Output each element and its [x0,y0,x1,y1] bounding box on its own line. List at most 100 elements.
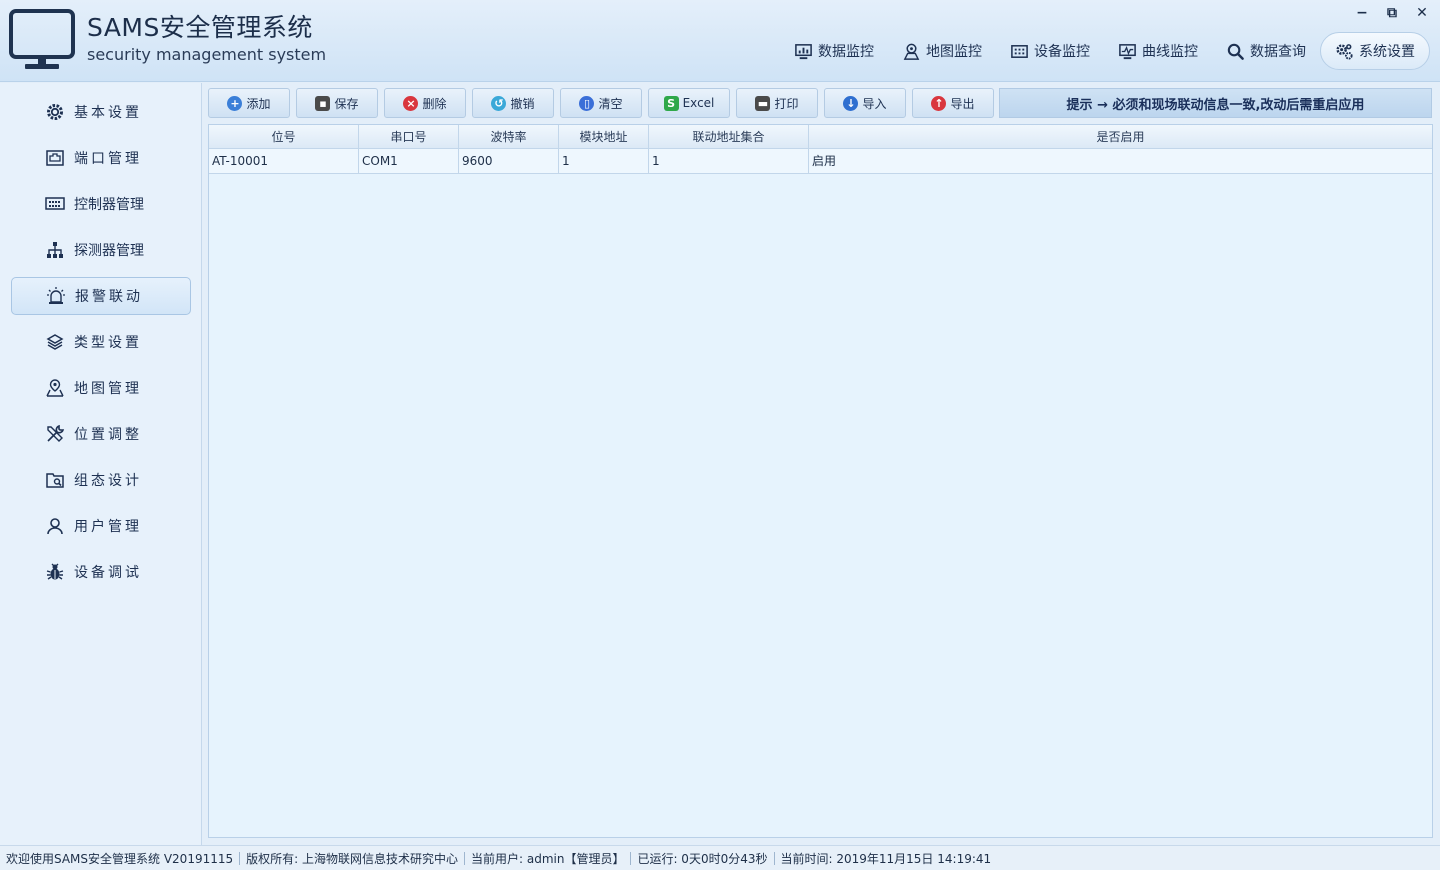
design-folder-icon [46,473,64,488]
nav-device-monitor-label: 设备监控 [1034,44,1090,60]
tools-icon [47,424,65,442]
table-row[interactable]: AT-10001 COM1 9600 1 1 启用 [209,149,1432,174]
sidebar-item-detector-management[interactable]: 探测器管理 [11,231,191,269]
column-header[interactable]: 联动地址集合 [649,125,809,149]
layers-icon [46,334,64,350]
restore-button[interactable]: ⧉ [1382,4,1402,22]
search-icon [1227,43,1244,60]
sidebar-item-label: 用户管理 [74,519,142,535]
chart-monitor-icon [795,43,812,59]
column-header[interactable]: 串口号 [359,125,459,149]
save-button[interactable]: ▪ 保存 [296,88,378,118]
uptime-text: 已运行: 0天0时0分43秒 [637,851,768,866]
clear-button[interactable]: ▯ 清空 [560,88,642,118]
table-cell[interactable]: 1 [559,149,649,173]
welcome-text: 欢迎使用SAMS安全管理系统 V20191115 [6,851,234,866]
sidebar-item-label: 基本设置 [74,105,142,121]
gears-icon [1336,43,1353,60]
sidebar-item-map-management[interactable]: 地图管理 [11,369,191,407]
sidebar-item-alarm-linkage[interactable]: 报警联动 [11,277,191,315]
nav-map-monitor[interactable]: 地图监控 [888,32,996,70]
sidebar-item-config-design[interactable]: 组态设计 [11,461,191,499]
column-header[interactable]: 是否启用 [809,125,1432,149]
sidebar: 基本设置 端口管理 控制器管理 探测器管理 报警联动 类型设置 地图管理 位置调… [0,83,202,845]
table-header: 位号 串口号 波特率 模块地址 联动地址集合 是否启用 [209,125,1432,149]
printer-icon: ▬ [755,95,771,111]
print-button[interactable]: ▬ 打印 [736,88,818,118]
minimize-button[interactable]: − [1352,4,1372,22]
divider [239,851,241,865]
undo-icon: ↺ [491,95,507,111]
sidebar-item-label: 位置调整 [74,427,142,443]
table-cell[interactable]: AT-10001 [209,149,359,173]
trash-icon: ▯ [579,95,595,111]
sidebar-item-label: 报警联动 [75,289,143,305]
top-navigation: 数据监控 地图监控 设备监控 曲线监控 数据查询 系统设置 [780,32,1430,70]
current-time-text: 当前时间: 2019年11月15日 14:19:41 [780,851,992,866]
port-icon [46,150,64,166]
main-content: + 添加 ▪ 保存 × 删除 ↺ 撤销 ▯ 清空 S Excel ▬ 打印 ↓ [203,83,1440,845]
add-icon: + [227,95,243,111]
sidebar-item-basic-settings[interactable]: 基本设置 [11,93,191,131]
sidebar-item-user-management[interactable]: 用户管理 [11,507,191,545]
monitor-logo-icon [9,9,75,69]
alarm-light-icon [47,287,65,304]
undo-button[interactable]: ↺ 撤销 [472,88,554,118]
restart-tip-banner: 提示 → 必须和现场联动信息一致,改动后需重启应用 [999,88,1432,118]
nav-system-settings[interactable]: 系统设置 [1320,32,1430,70]
nav-data-query[interactable]: 数据查询 [1212,32,1320,70]
delete-button[interactable]: × 删除 [384,88,466,118]
print-button-label: 打印 [774,96,799,111]
sidebar-item-port-management[interactable]: 端口管理 [11,139,191,177]
table-cell[interactable]: COM1 [359,149,459,173]
excel-icon: S [663,95,679,111]
sidebar-item-type-settings[interactable]: 类型设置 [11,323,191,361]
nav-map-monitor-label: 地图监控 [926,44,982,60]
alarm-linkage-table: 位号 串口号 波特率 模块地址 联动地址集合 是否启用 AT-10001 COM… [208,124,1433,838]
current-user-text: 当前用户: admin【管理员】 [470,851,625,866]
import-button-label: 导入 [862,96,887,111]
sidebar-item-label: 设备调试 [74,565,142,581]
nav-device-monitor[interactable]: 设备监控 [996,32,1104,70]
export-button[interactable]: ↑ 导出 [912,88,994,118]
delete-icon: × [403,95,419,111]
sidebar-item-position-adjust[interactable]: 位置调整 [11,415,191,453]
column-header[interactable]: 模块地址 [559,125,649,149]
divider [630,851,632,865]
map-pin-icon [903,43,920,60]
save-icon: ▪ [315,95,331,111]
nav-data-monitor-label: 数据监控 [818,44,874,60]
clear-button-label: 清空 [598,96,623,111]
sidebar-item-label: 地图管理 [74,381,142,397]
add-button[interactable]: + 添加 [208,88,290,118]
import-icon: ↓ [843,95,859,111]
sidebar-item-label: 类型设置 [74,335,142,351]
nav-data-monitor[interactable]: 数据监控 [780,32,888,70]
export-button-label: 导出 [950,96,975,111]
gear-icon [47,104,63,120]
app-subtitle: security management system [87,45,327,64]
close-button[interactable]: ✕ [1412,4,1432,22]
sidebar-item-controller-management[interactable]: 控制器管理 [11,185,191,223]
network-tree-icon [47,242,63,258]
sidebar-item-label: 端口管理 [74,151,142,167]
nav-data-query-label: 数据查询 [1250,44,1306,60]
sidebar-item-label: 组态设计 [74,473,142,489]
column-header[interactable]: 位号 [209,125,359,149]
nav-curve-monitor[interactable]: 曲线监控 [1104,32,1212,70]
bug-icon [46,563,64,580]
map-marker-icon [46,379,64,397]
save-button-label: 保存 [334,96,359,111]
excel-button-label: Excel [682,96,715,110]
column-header[interactable]: 波特率 [459,125,559,149]
excel-button[interactable]: S Excel [648,88,730,118]
delete-button-label: 删除 [422,96,447,111]
sidebar-item-label: 控制器管理 [74,197,144,213]
table-cell[interactable]: 9600 [459,149,559,173]
table-cell[interactable]: 1 [649,149,809,173]
undo-button-label: 撤销 [510,96,535,111]
import-button[interactable]: ↓ 导入 [824,88,906,118]
sidebar-item-device-debug[interactable]: 设备调试 [11,553,191,591]
title-bar: SAMS安全管理系统 security management system − … [0,0,1440,82]
table-cell[interactable]: 启用 [809,149,1432,173]
